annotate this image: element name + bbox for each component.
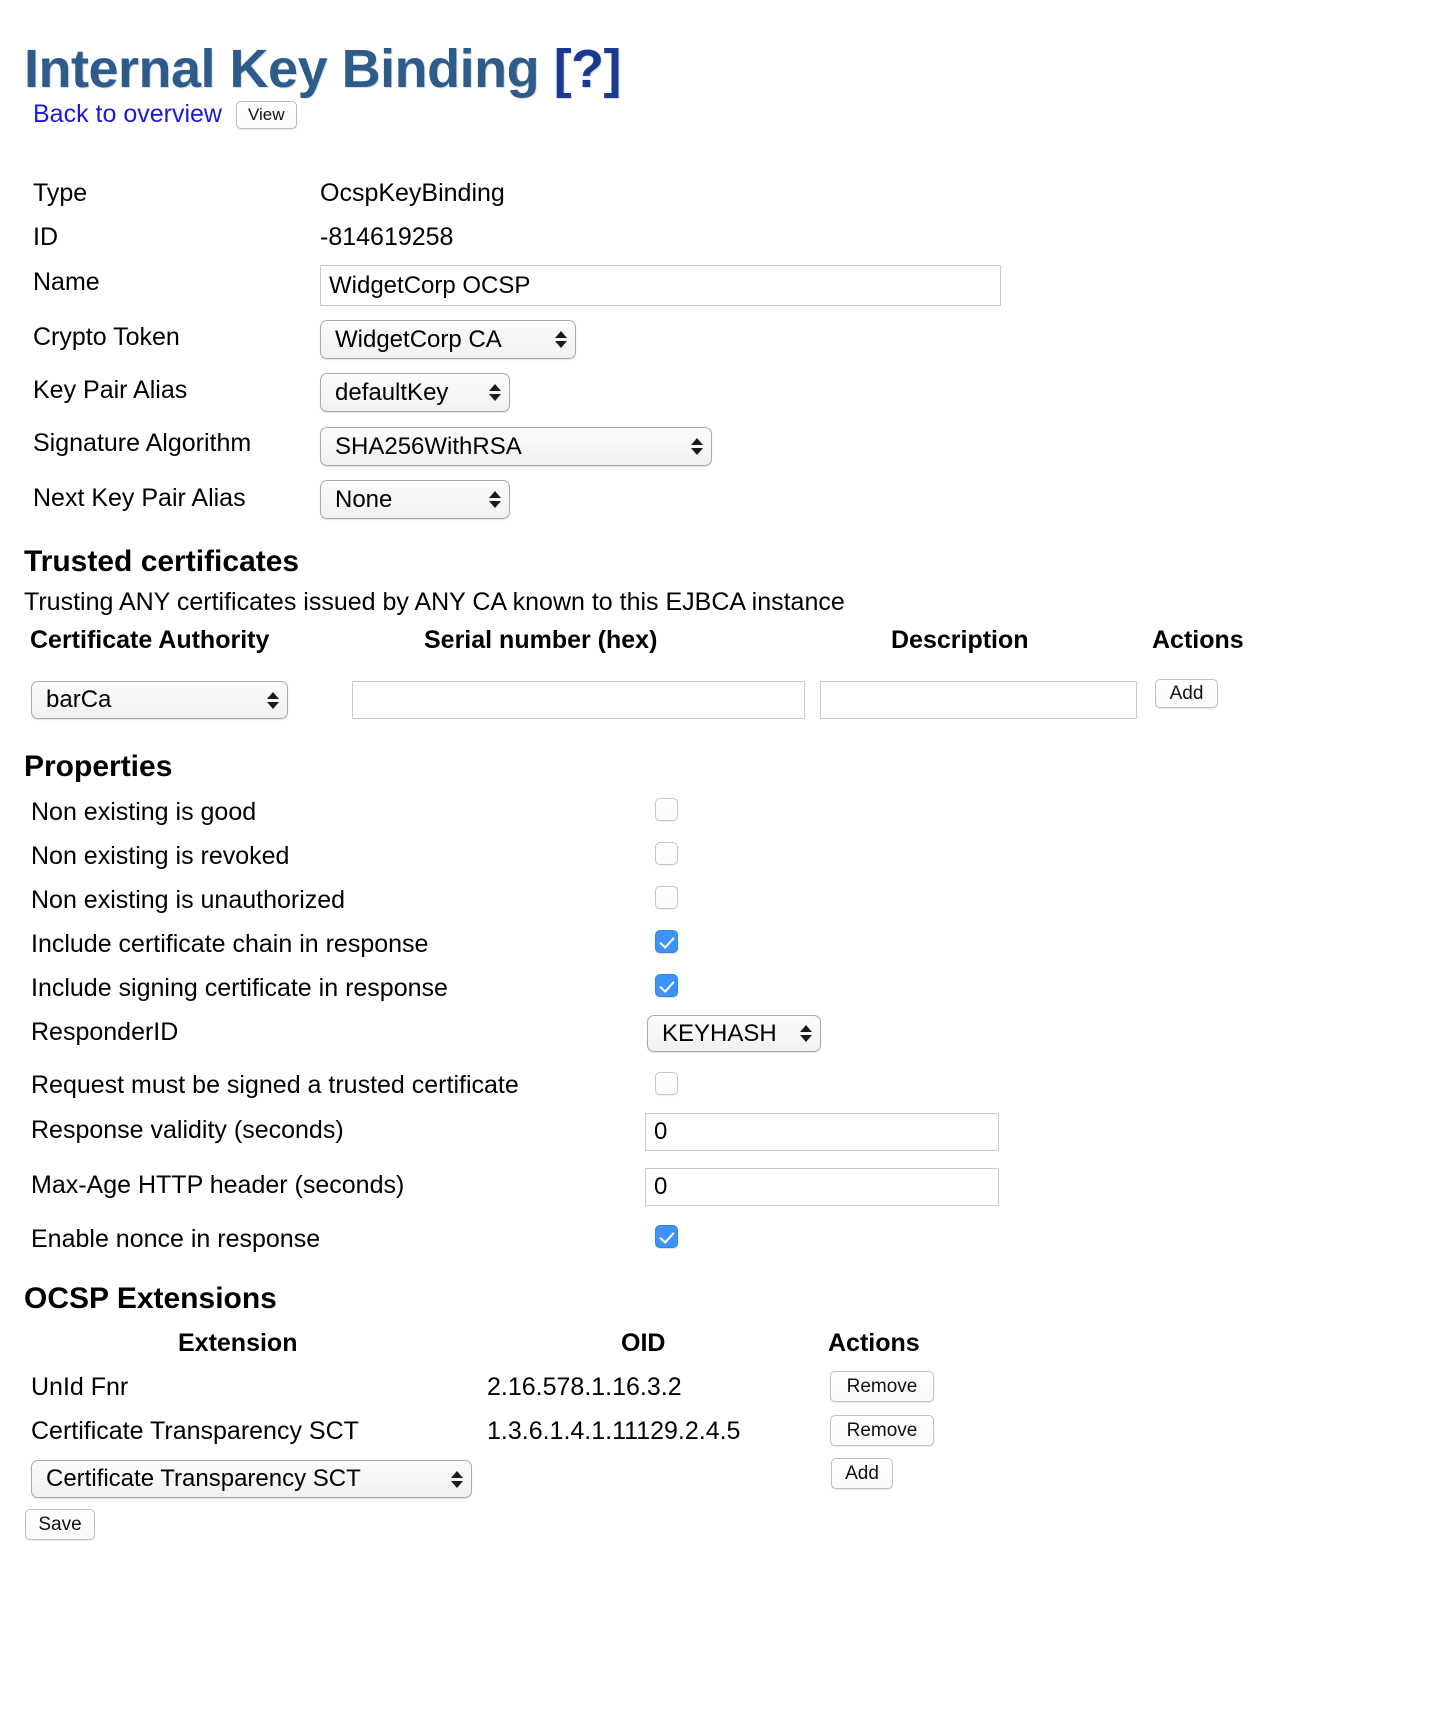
stepper-arrows-icon [489, 384, 501, 401]
extension-name-0: UnId Fnr [31, 1373, 129, 1401]
max-age-label: Max-Age HTTP header (seconds) [31, 1171, 405, 1199]
description-input[interactable] [820, 681, 1137, 719]
next-key-pair-alias-select[interactable]: None [320, 480, 510, 519]
responder-id-label: ResponderID [31, 1018, 179, 1046]
checkbox-non-existing-is-good[interactable] [655, 798, 678, 821]
property-label-include-certificate-chain: Include certificate chain in response [31, 930, 429, 958]
page-title-text: Internal Key Binding [24, 39, 554, 100]
column-header-extension: Extension [178, 1329, 298, 1357]
column-header-description: Description [891, 626, 1029, 654]
next-key-pair-alias-label: Next Key Pair Alias [33, 484, 246, 512]
add-extension-select[interactable]: Certificate Transparency SCT [31, 1460, 472, 1498]
checkbox-enable-nonce[interactable] [655, 1225, 678, 1248]
save-button[interactable]: Save [25, 1509, 95, 1540]
type-value: OcspKeyBinding [320, 179, 505, 207]
remove-extension-button-0[interactable]: Remove [830, 1371, 934, 1402]
key-pair-alias-label: Key Pair Alias [33, 376, 188, 404]
page-actions-bar: Back to overview View [33, 100, 297, 129]
help-marker[interactable]: [?] [554, 39, 622, 99]
trusted-ca-select-value: barCa [46, 686, 112, 713]
key-pair-alias-select[interactable]: defaultKey [320, 373, 510, 412]
checkbox-non-existing-is-revoked[interactable] [655, 842, 678, 865]
checkbox-include-signing-certificate[interactable] [655, 974, 678, 997]
column-header-serial-number: Serial number (hex) [424, 626, 658, 654]
checkbox-include-certificate-chain[interactable] [655, 930, 678, 953]
stepper-arrows-icon [555, 331, 567, 348]
column-header-extension-actions: Actions [828, 1329, 920, 1357]
stepper-arrows-icon [267, 691, 279, 709]
back-to-overview-link[interactable]: Back to overview [33, 100, 222, 129]
checkbox-non-existing-is-unauthorized[interactable] [655, 886, 678, 909]
stepper-arrows-icon [800, 1025, 812, 1042]
request-must-be-signed-label: Request must be signed a trusted certifi… [31, 1071, 519, 1099]
response-validity-input[interactable] [645, 1113, 999, 1151]
id-label: ID [33, 223, 58, 251]
name-label: Name [33, 268, 100, 296]
column-header-certificate-authority: Certificate Authority [30, 626, 270, 654]
property-label-non-existing-is-revoked: Non existing is revoked [31, 842, 290, 870]
property-label-non-existing-is-unauthorized: Non existing is unauthorized [31, 886, 346, 914]
signature-algorithm-select-value: SHA256WithRSA [335, 432, 522, 460]
enable-nonce-label: Enable nonce in response [31, 1225, 321, 1253]
extension-oid-0: 2.16.578.1.16.3.2 [487, 1373, 682, 1401]
extension-name-1: Certificate Transparency SCT [31, 1417, 359, 1445]
trusted-certificates-subtitle: Trusting ANY certificates issued by ANY … [24, 588, 845, 616]
type-label: Type [33, 179, 88, 207]
signature-algorithm-select[interactable]: SHA256WithRSA [320, 427, 712, 466]
serial-number-input[interactable] [352, 681, 805, 719]
extension-oid-1: 1.3.6.1.4.1.11129.2.4.5 [487, 1417, 741, 1445]
responder-id-select[interactable]: KEYHASH [647, 1015, 821, 1052]
column-header-actions: Actions [1152, 626, 1244, 654]
next-key-pair-alias-select-value: None [335, 485, 393, 513]
trusted-certificates-heading: Trusted certificates [24, 545, 300, 578]
max-age-input[interactable] [645, 1168, 999, 1206]
add-trusted-certificate-button[interactable]: Add [1155, 679, 1218, 708]
trusted-ca-select[interactable]: barCa [31, 681, 288, 719]
property-label-include-signing-certificate: Include signing certificate in response [31, 974, 448, 1002]
stepper-arrows-icon [489, 491, 501, 508]
crypto-token-select-value: WidgetCorp CA [335, 325, 502, 353]
stepper-arrows-icon [691, 438, 703, 455]
view-button[interactable]: View [235, 100, 297, 129]
internal-key-binding-page: Internal Key Binding [?] Back to overvie… [0, 0, 1452, 1710]
ocsp-extensions-heading: OCSP Extensions [24, 1282, 277, 1315]
response-validity-label: Response validity (seconds) [31, 1116, 344, 1144]
crypto-token-label: Crypto Token [33, 323, 180, 351]
name-input[interactable] [320, 265, 1001, 306]
property-label-non-existing-is-good: Non existing is good [31, 798, 257, 826]
remove-extension-button-1[interactable]: Remove [830, 1415, 934, 1446]
column-header-oid: OID [621, 1329, 666, 1357]
checkbox-request-must-be-signed[interactable] [655, 1072, 678, 1095]
responder-id-select-value: KEYHASH [662, 1019, 777, 1047]
key-pair-alias-select-value: defaultKey [335, 378, 449, 406]
signature-algorithm-label: Signature Algorithm [33, 429, 252, 457]
add-extension-select-value: Certificate Transparency SCT [46, 1465, 361, 1492]
id-value: -814619258 [320, 223, 454, 251]
add-extension-button[interactable]: Add [831, 1458, 893, 1489]
stepper-arrows-icon [451, 1470, 463, 1488]
page-title: Internal Key Binding [?] [24, 38, 622, 100]
properties-heading: Properties [24, 750, 173, 783]
crypto-token-select[interactable]: WidgetCorp CA [320, 320, 576, 359]
